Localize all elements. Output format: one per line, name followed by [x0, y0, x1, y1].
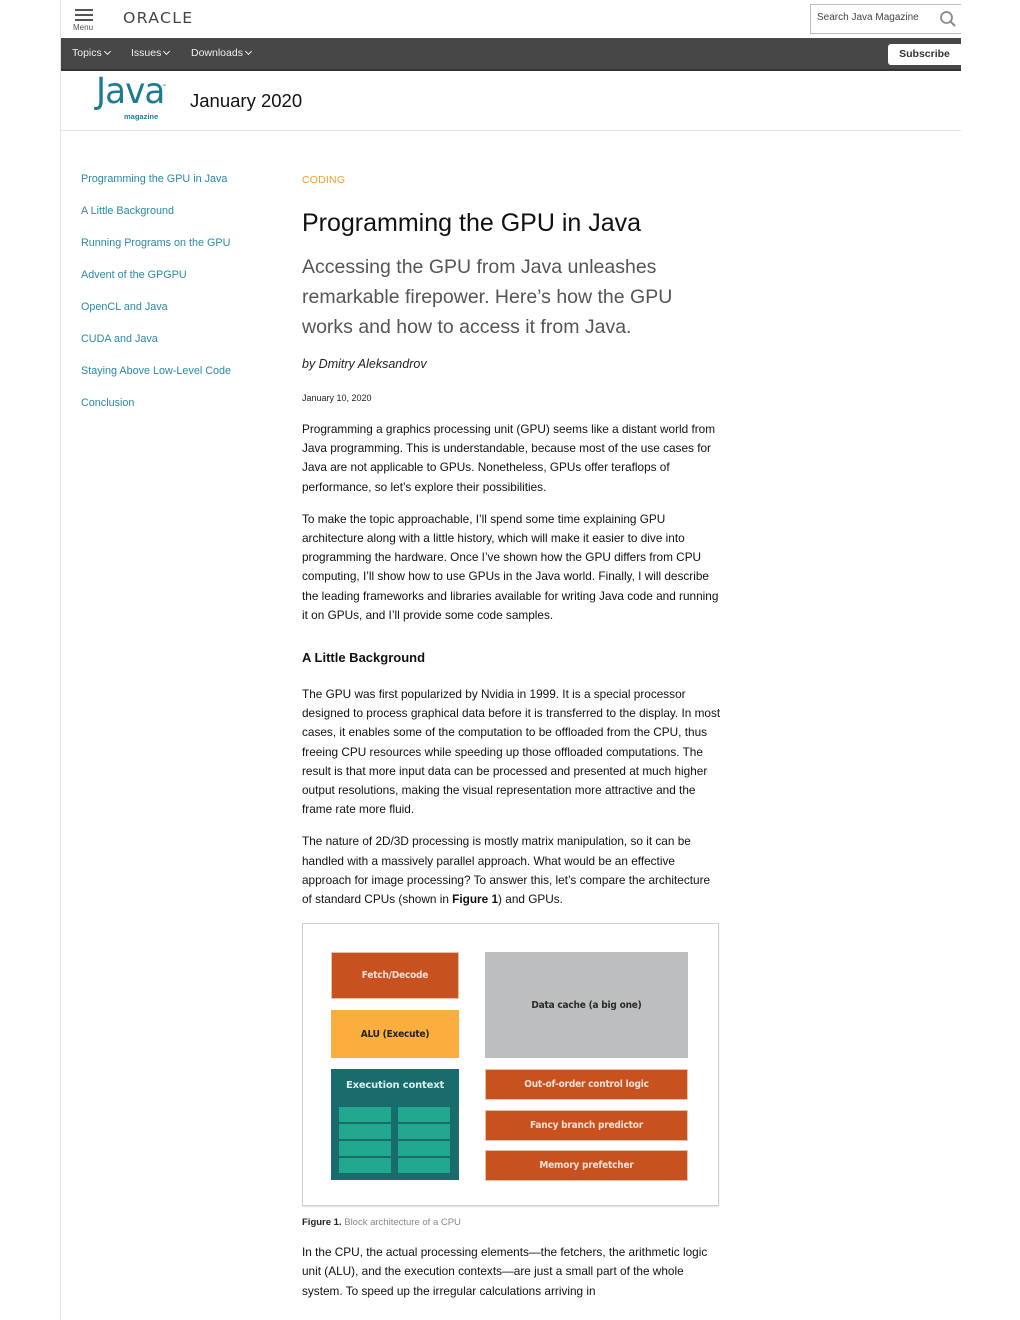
paragraph: Programming a graphics processing unit (… — [302, 422, 716, 494]
chevron-down-icon — [244, 47, 252, 56]
context-cell — [398, 1158, 450, 1174]
oracle-logo[interactable]: ORACLE — [123, 9, 193, 27]
section-heading: A Little Background — [302, 650, 426, 666]
caption-label: Figure 1. — [302, 1217, 342, 1229]
nav-issues-label: Issues — [131, 47, 162, 59]
logo-trademark: ™ — [162, 83, 166, 88]
context-cell — [339, 1107, 391, 1123]
nav-downloads[interactable]: Downloads — [191, 47, 252, 59]
toc-link[interactable]: Advent of the GPGPU — [81, 268, 281, 300]
block-branch-predictor: Fancy branch predictor — [485, 1110, 688, 1142]
block-fetch-decode: Fetch/Decode — [331, 952, 459, 1000]
category-link[interactable]: CODING — [302, 174, 722, 190]
toc-link[interactable]: Conclusion — [81, 396, 281, 428]
caption-text: Block architecture of a CPU — [344, 1217, 461, 1229]
masthead: Java ™ magazine January 2020 — [61, 71, 961, 131]
toc-link[interactable]: A Little Background — [81, 204, 281, 236]
article-subtitle: Accessing the GPU from Java unleashes re… — [302, 256, 673, 338]
chevron-down-icon — [163, 47, 171, 56]
nav-topics[interactable]: Topics — [72, 47, 111, 59]
nav-downloads-label: Downloads — [191, 47, 243, 59]
logo-word: Java — [96, 71, 165, 112]
block-alu: ALU (Execute) — [331, 1010, 459, 1059]
context-cell — [398, 1124, 450, 1140]
nav-topics-label: Topics — [72, 47, 102, 59]
context-cell — [339, 1124, 391, 1140]
main-nav: Topics Issues Downloads Subscribe — [61, 38, 961, 71]
context-cell — [339, 1158, 391, 1174]
top-bar: Menu ORACLE — [61, 0, 961, 38]
search-input[interactable] — [817, 12, 935, 23]
table-of-contents: Programming the GPU in Java A Little Bac… — [81, 172, 281, 428]
toc-link[interactable]: CUDA and Java — [81, 332, 281, 364]
toc-link[interactable]: Staying Above Low-Level Code — [81, 364, 281, 396]
publish-date: January 10, 2020 — [302, 393, 372, 403]
java-magazine-logo[interactable]: Java ™ magazine — [96, 71, 168, 121]
block-execution-context: Execution context — [331, 1069, 459, 1181]
nav-issues[interactable]: Issues — [131, 47, 171, 59]
figure-caption: Figure 1. Block architecture of a CPU — [302, 1217, 722, 1228]
article: CODING Programming the GPU in Java Acces… — [302, 174, 722, 1301]
block-out-of-order: Out-of-order control logic — [485, 1069, 688, 1101]
execution-context-label: Execution context — [345, 1080, 445, 1092]
menu-button[interactable]: Menu — [73, 6, 95, 34]
issue-date: January 2020 — [190, 90, 303, 111]
paragraph: To make the topic approachable, I’ll spe… — [302, 511, 719, 622]
block-data-cache: Data cache (a big one) — [485, 952, 688, 1059]
page-container: Menu ORACLE Topics Issues Downloads Subs… — [60, 0, 961, 1320]
hamburger-icon — [75, 9, 93, 21]
search-box — [810, 4, 961, 34]
block-memory-prefetcher: Memory prefetcher — [485, 1150, 688, 1182]
paragraph: In the CPU, the actual processing elemen… — [302, 1245, 708, 1298]
paragraph: The nature of 2D/3D processing is mostly… — [302, 832, 722, 909]
context-cell — [398, 1107, 450, 1123]
toc-link[interactable]: Programming the GPU in Java — [81, 172, 281, 204]
paragraph-text: ) and GPUs. — [498, 892, 563, 907]
menu-label: Menu — [73, 23, 94, 32]
context-cell — [398, 1141, 450, 1157]
paragraph: The GPU was first popularized by Nvidia … — [302, 687, 721, 817]
search-icon[interactable] — [939, 10, 957, 28]
subscribe-button[interactable]: Subscribe — [888, 44, 961, 65]
toc-link[interactable]: Running Programs on the GPU — [81, 236, 281, 268]
article-title: Programming the GPU in Java — [302, 209, 642, 237]
toc-link[interactable]: OpenCL and Java — [81, 300, 281, 332]
cpu-block-diagram: Fetch/Decode ALU (Execute) Data cache (a… — [302, 923, 719, 1207]
logo-subtitle: magazine — [124, 112, 159, 121]
author-byline: by Dmitry Aleksandrov — [302, 357, 427, 371]
context-cell — [339, 1141, 391, 1157]
figure-reference: Figure 1 — [452, 892, 499, 907]
chevron-down-icon — [103, 47, 111, 56]
